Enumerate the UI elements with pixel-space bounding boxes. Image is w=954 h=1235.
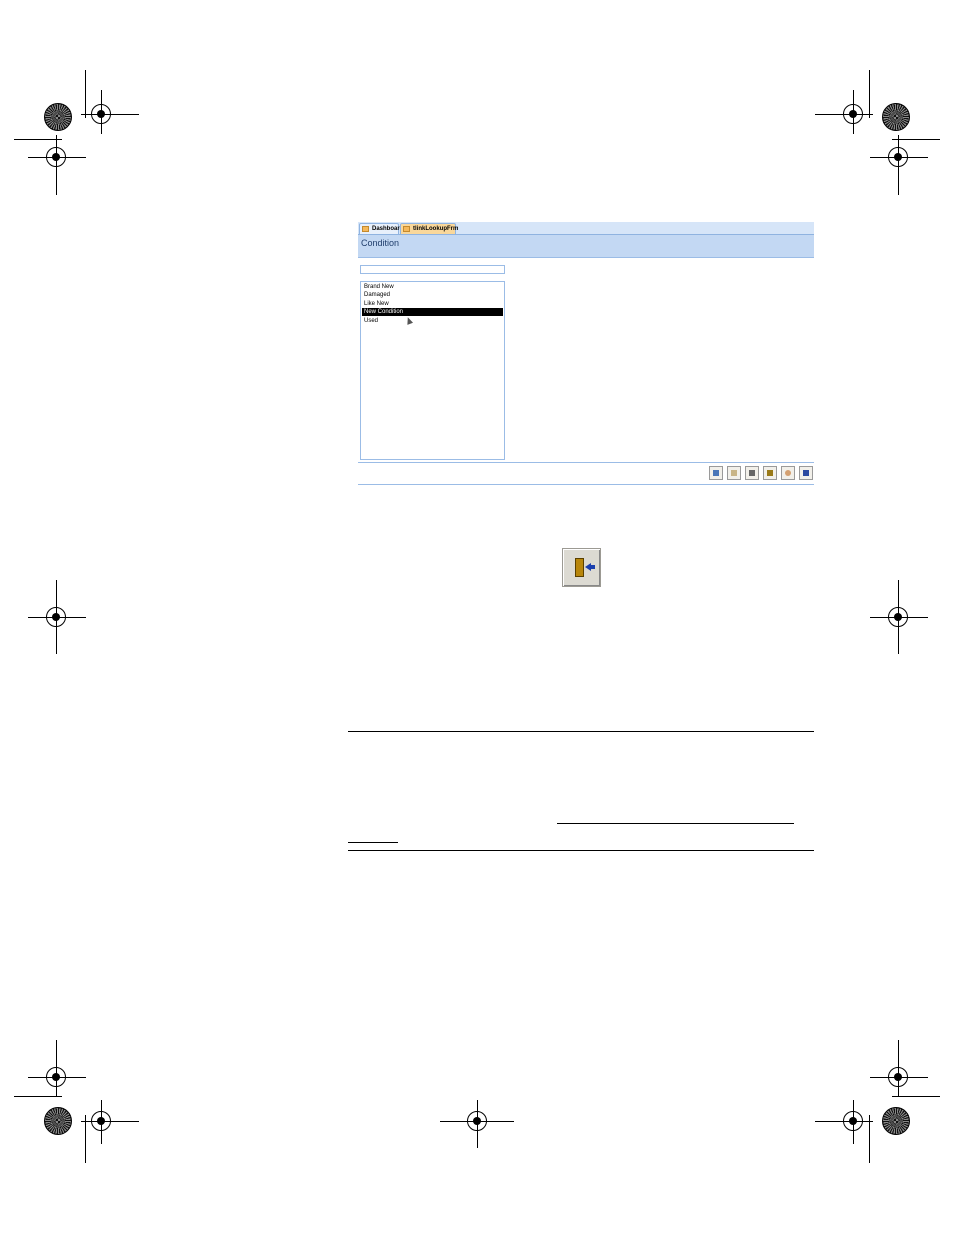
note-top-rule: [348, 731, 814, 732]
list-item[interactable]: Brand New: [362, 283, 503, 291]
registration-mark-icon: [882, 1107, 910, 1135]
crop-mark: [56, 135, 57, 195]
list-item[interactable]: Like New: [362, 300, 503, 308]
crop-mark: [869, 1115, 870, 1163]
crop-mark: [870, 157, 928, 158]
note-bottom-rule: [348, 850, 814, 851]
save-icon[interactable]: [745, 466, 759, 480]
arrow-tail: [590, 565, 595, 569]
list-item[interactable]: Damaged: [362, 291, 503, 299]
crop-mark: [853, 90, 854, 134]
crop-mark: [81, 1121, 139, 1122]
filter-input[interactable]: [360, 265, 505, 274]
crop-mark: [56, 580, 57, 654]
crop-mark: [14, 1096, 62, 1097]
tab-label: tlinkLookupFrm: [413, 226, 459, 232]
crop-mark: [101, 1100, 102, 1144]
crop-mark: [28, 157, 86, 158]
tab-dashboard[interactable]: Dashboard: [359, 223, 403, 234]
registration-mark-icon: [44, 1107, 72, 1135]
document-tab-bar: Dashboard tlinkLookupFrm: [358, 222, 814, 235]
form-toolbar: [358, 462, 814, 485]
crop-mark: [898, 1040, 899, 1096]
form-header: Condition: [358, 235, 814, 258]
crop-mark: [815, 1121, 873, 1122]
exit-door-icon: [575, 558, 584, 577]
close-form-icon[interactable]: [799, 466, 813, 480]
crop-mark: [892, 139, 940, 140]
undo-icon[interactable]: [781, 466, 795, 480]
crop-mark: [869, 70, 870, 118]
registration-mark-icon: [44, 103, 72, 131]
crop-mark: [477, 1100, 478, 1148]
access-form-window: Dashboard tlinkLookupFrm Condition Brand…: [358, 222, 814, 485]
crop-mark: [892, 1096, 940, 1097]
form-icon: [403, 226, 410, 232]
condition-listbox[interactable]: Brand New Damaged Like New New Condition…: [360, 281, 505, 460]
crop-mark: [81, 114, 139, 115]
new-record-icon[interactable]: [709, 466, 723, 480]
crop-mark: [870, 617, 928, 618]
crop-mark: [898, 580, 899, 654]
crop-mark: [870, 1077, 928, 1078]
list-item[interactable]: Used: [362, 317, 503, 325]
exit-button[interactable]: [562, 548, 601, 587]
tab-label: Dashboard: [372, 226, 404, 232]
crop-mark: [101, 90, 102, 134]
tab-lookup-form[interactable]: tlinkLookupFrm: [400, 223, 459, 234]
crop-mark: [14, 139, 62, 140]
delete-icon[interactable]: [763, 466, 777, 480]
list-item-selected[interactable]: New Condition: [362, 308, 503, 316]
crop-mark: [85, 70, 86, 118]
hyperlink-underline[interactable]: [557, 823, 794, 824]
crop-mark: [85, 1115, 86, 1163]
crop-mark: [28, 617, 86, 618]
hyperlink-underline[interactable]: [348, 842, 398, 843]
form-icon: [362, 226, 369, 232]
form-title: Condition: [361, 238, 400, 248]
crop-mark: [853, 1100, 854, 1144]
crop-mark: [28, 1077, 86, 1078]
crop-mark: [815, 114, 873, 115]
registration-mark-icon: [882, 103, 910, 131]
edit-icon[interactable]: [727, 466, 741, 480]
crop-mark: [898, 135, 899, 195]
crop-mark: [56, 1040, 57, 1096]
